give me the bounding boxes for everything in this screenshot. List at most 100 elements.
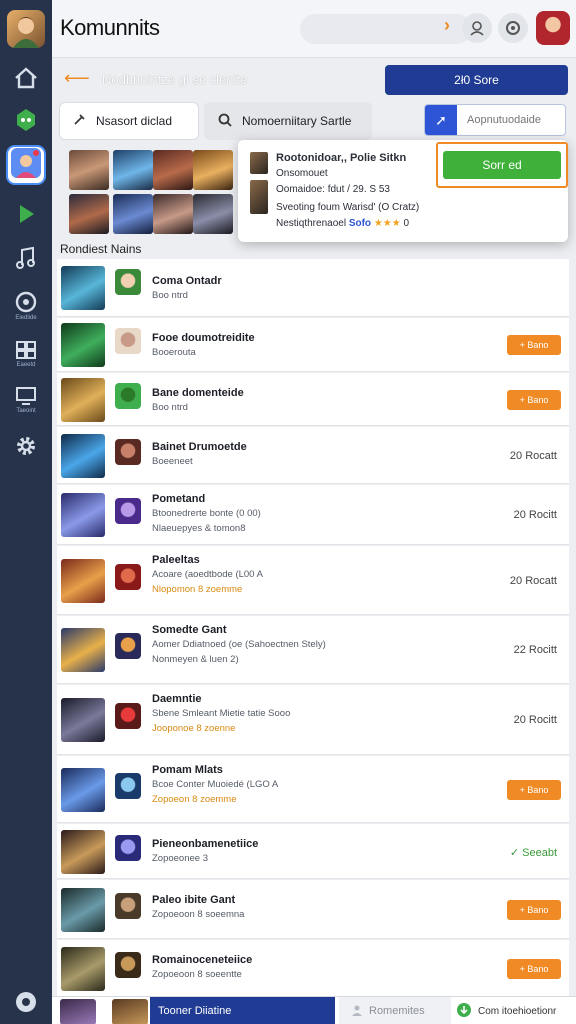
- android-icon: [13, 107, 39, 133]
- sidebar-help[interactable]: [0, 980, 52, 1024]
- sidebar-settings[interactable]: [0, 424, 52, 468]
- bottom-thumbnail[interactable]: [112, 999, 148, 1024]
- game-thumbnail[interactable]: [61, 377, 105, 422]
- row-meta-label: Zopoeon: [152, 794, 193, 805]
- thumbnail[interactable]: [69, 194, 109, 234]
- game-detail-popup: Rootonidoar,, Polie Sitkn Onsomouet Ooma…: [238, 140, 568, 242]
- row-subtitle: Bcoe Conter Muoiedé (LGO A: [152, 779, 279, 790]
- thumbnail[interactable]: [193, 150, 233, 190]
- row-count: 20 Rocatt: [509, 449, 557, 462]
- chevron-right-icon[interactable]: ›: [444, 15, 450, 36]
- sidebar: Eiedlide Eaeetd Taeoint: [0, 0, 52, 1024]
- thumbnail[interactable]: [113, 194, 153, 234]
- game-icon: [115, 328, 141, 354]
- sidebar-home[interactable]: [0, 56, 52, 100]
- bottom-tab-communities[interactable]: Romemites: [339, 997, 451, 1024]
- sidebar-play[interactable]: [0, 192, 52, 236]
- list-item[interactable]: Bane domenteide Boo ntrd + Bano: [57, 373, 569, 426]
- search-input[interactable]: [457, 114, 565, 126]
- thumbnail[interactable]: [193, 194, 233, 234]
- list-item[interactable]: Pomam Mlats Bcoe Conter Muoiedé (LGO A Zop…: [57, 756, 569, 823]
- thumbnail[interactable]: [153, 194, 193, 234]
- game-thumbnail[interactable]: [61, 558, 105, 603]
- search-button-highlight: Sorr ed: [436, 142, 568, 188]
- sidebar-music[interactable]: [0, 236, 52, 280]
- app-logo[interactable]: [7, 10, 45, 48]
- gear-icon: [14, 434, 38, 458]
- user-icon[interactable]: [462, 13, 492, 43]
- row-count: 20 Rocitt: [513, 714, 557, 726]
- filter-chip-sort[interactable]: Nsasort diclad: [59, 102, 199, 140]
- score-button[interactable]: 2ł0 Sore: [385, 65, 568, 95]
- bottom-thumbnail[interactable]: [60, 999, 96, 1024]
- send-icon[interactable]: ➚: [425, 105, 457, 135]
- list-item[interactable]: Somedte Gant Aomer Ddiatnoed (oe (Sahoect…: [57, 616, 569, 684]
- game-thumbnail[interactable]: [61, 698, 105, 742]
- search-box[interactable]: ➚: [424, 104, 566, 136]
- sidebar-games-active[interactable]: [6, 145, 46, 185]
- thumbnail[interactable]: [153, 150, 193, 190]
- row-meta: Zopoeon 8 zoemme: [152, 794, 237, 805]
- list-item[interactable]: Romainoceneteiice Zopoeoon 8 soeentte + Ba…: [57, 940, 569, 998]
- list-item[interactable]: Paleeltas Acoare (aoedtbode (L00 A Nlopomo…: [57, 546, 569, 615]
- arrow-left-icon[interactable]: ⟵: [64, 68, 90, 89]
- game-icon: [115, 382, 141, 409]
- add-tag-button[interactable]: + Bano: [507, 959, 561, 979]
- list-item[interactable]: Bainet Drumoetde Boeeneet 20 Rocatt: [57, 427, 569, 484]
- game-thumbnail[interactable]: [61, 433, 105, 478]
- add-tag-button[interactable]: + Bano: [507, 779, 561, 800]
- list-item[interactable]: Coma Ontadr Boo ntrd: [57, 259, 569, 317]
- home-icon: [14, 67, 38, 89]
- list-item[interactable]: Pieneonbamenetiice Zopoeonee 3 ✓ Seeabt: [57, 824, 569, 879]
- game-thumbnail[interactable]: [61, 323, 105, 367]
- notification-icon[interactable]: [498, 13, 528, 43]
- popup-rating-line: Nestiqthrenaoel Sofo ★★★ 0: [276, 218, 409, 229]
- list-item[interactable]: Fooe doumotreidite Booerouta + Bano: [57, 318, 569, 372]
- popup-line: Onsomouet: [276, 168, 328, 179]
- game-thumbnail[interactable]: [61, 947, 105, 991]
- game-thumbnail[interactable]: [61, 266, 105, 310]
- profile-avatar[interactable]: [536, 11, 570, 45]
- list-item[interactable]: Pometand Btoonedrerte bonte (0 00) Nlaeuep…: [57, 485, 569, 545]
- page-title: Nodbnnintze gl se clenite: [102, 72, 248, 87]
- row-title: Coma Ontadr: [152, 275, 222, 287]
- popup-line: Sveoting foum Warisd' (O Cratz): [276, 202, 420, 213]
- sidebar-library[interactable]: Eaeetd: [0, 332, 52, 376]
- row-title: Paleeltas: [152, 554, 200, 566]
- row-meta-label: Nlopomon: [152, 584, 198, 595]
- row-meta-value: 8 zoemme: [197, 584, 243, 595]
- game-thumbnail[interactable]: [61, 767, 105, 812]
- row-title: Pomam Mlats: [152, 764, 223, 776]
- thumbnail[interactable]: [69, 150, 109, 190]
- row-title: Paleo ibite Gant: [152, 894, 236, 906]
- list-item[interactable]: Daemntie Sbene Smleant Mietie tatie Sooo J…: [57, 685, 569, 755]
- game-icon: [115, 498, 141, 524]
- game-thumbnail[interactable]: [61, 628, 105, 672]
- game-icon: [115, 834, 141, 861]
- bottom-tab-primary[interactable]: Tooner Diiatine: [150, 997, 335, 1024]
- row-count: 22 Rocitt: [513, 644, 557, 656]
- add-tag-button[interactable]: + Bano: [507, 389, 561, 410]
- sidebar-explore[interactable]: Eiedlide: [0, 284, 52, 328]
- page-header: ⟵ Nodbnnintze gl se clenite 2ł0 Sore: [52, 58, 576, 100]
- list-item[interactable]: Paleo ibite Gant Zopoeoon 8 soeemna + Bano: [57, 880, 569, 939]
- thumbnail[interactable]: [113, 150, 153, 190]
- game-icon: [115, 952, 141, 978]
- popup-rating-count: 0: [403, 218, 410, 229]
- popup-rating-label: Nestiqthrenaoel: [276, 218, 347, 229]
- search-button[interactable]: Sorr ed: [443, 151, 561, 179]
- popup-line: Oomaidoe: fdut / 29. S 53: [276, 184, 390, 195]
- game-thumbnail[interactable]: [61, 493, 105, 537]
- game-thumbnail[interactable]: [61, 829, 105, 874]
- game-thumbnail[interactable]: [61, 887, 105, 932]
- sidebar-community[interactable]: [0, 98, 52, 142]
- sidebar-caption: Eiedlide: [15, 314, 37, 321]
- add-tag-button[interactable]: + Bano: [507, 335, 561, 355]
- section-title: Rondiest Nains: [60, 242, 142, 256]
- add-tag-button[interactable]: + Bano: [507, 899, 561, 920]
- bottom-tab-connections[interactable]: Com itoehioetionr: [452, 997, 576, 1024]
- star-rating-icon: ★★★: [373, 218, 401, 229]
- row-title: Pometand: [152, 493, 206, 505]
- filter-chip-category[interactable]: Nomoerniitary Sartle: [204, 102, 372, 140]
- sidebar-screen[interactable]: Taeoint: [0, 378, 52, 422]
